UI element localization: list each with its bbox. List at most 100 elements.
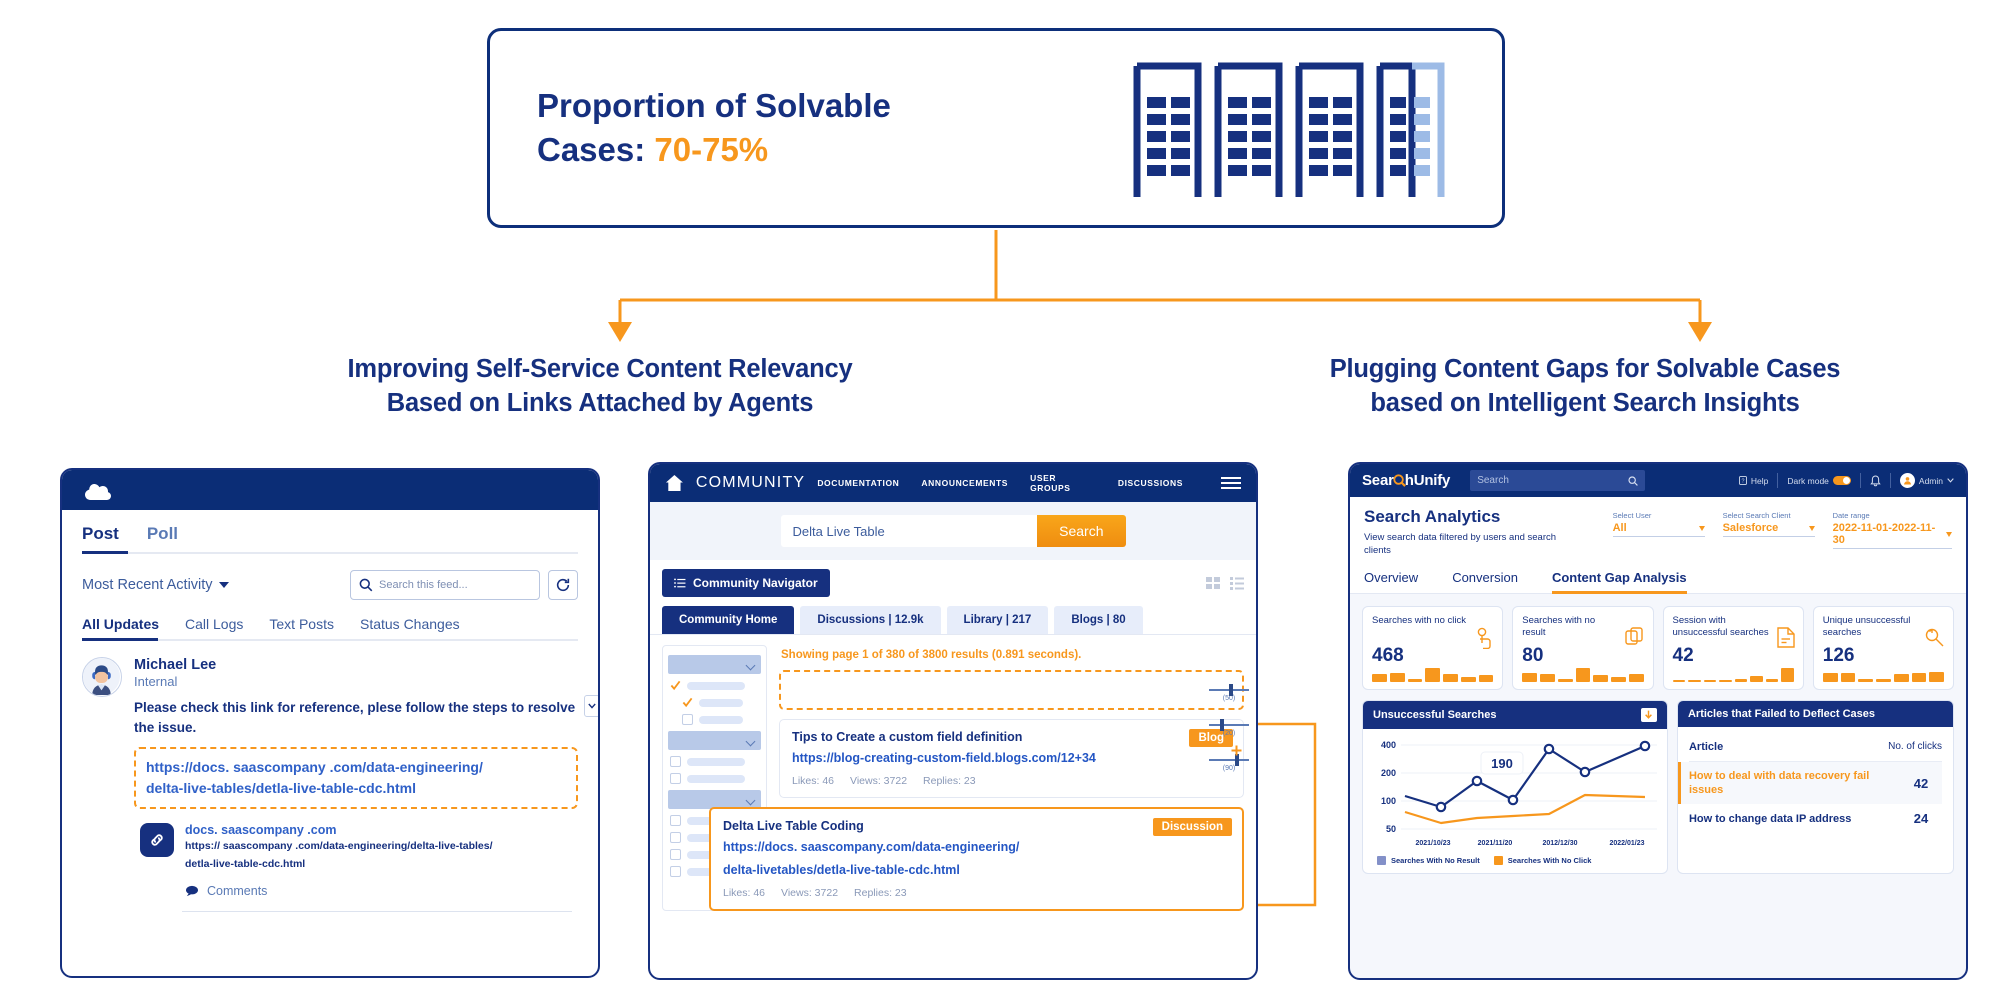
community-search-button[interactable]: Search [1037, 515, 1126, 547]
comments-action[interactable]: Comments [185, 884, 493, 898]
filter-value[interactable]: 2022-11-01-2022-11-30 [1832, 522, 1952, 549]
y-tick-400: 400 [1381, 740, 1396, 750]
result-url-line-1[interactable]: https://docs. saascompany.com/data-engin… [723, 838, 1230, 856]
subtab-all-updates[interactable]: All Updates [82, 616, 159, 632]
download-icon [1645, 710, 1653, 719]
subtab-call-logs[interactable]: Call Logs [185, 616, 243, 632]
facet-row[interactable] [682, 714, 761, 725]
facet-row[interactable] [670, 756, 761, 767]
legend-swatch [1493, 855, 1503, 865]
nav-user-groups[interactable]: USER GROUPS [1030, 473, 1096, 493]
tab-content-gap-analysis[interactable]: Content Gap Analysis [1551, 570, 1687, 594]
slider-track[interactable] [1209, 719, 1249, 731]
kpi-card-sessions-unsuccessful[interactable]: Session with unsuccessful searches 42 [1662, 605, 1804, 690]
table-row[interactable]: How to change data IP address 24 [1689, 804, 1942, 833]
kpi-card-searches-no-click[interactable]: Searches with no click 468 [1362, 605, 1504, 690]
help-icon: ? [1738, 476, 1747, 485]
slider-thumb[interactable] [1229, 684, 1233, 696]
post-poll-tabs: Post Poll [82, 524, 578, 554]
list-view-icon[interactable] [1230, 576, 1244, 590]
slider-1[interactable]: (50) [1208, 684, 1250, 702]
searchunify-search-input[interactable]: Search [1470, 470, 1646, 491]
slider-track[interactable] [1209, 745, 1249, 766]
slider-2[interactable]: (20) [1208, 719, 1250, 737]
kpi-card-searches-no-result[interactable]: Searches with no result 80 [1512, 605, 1654, 690]
hamburger-menu-icon[interactable] [1221, 477, 1241, 489]
facet-row[interactable] [682, 697, 761, 708]
subtab-text-posts[interactable]: Text Posts [269, 616, 334, 632]
view-toggle-group [1206, 576, 1244, 590]
help-button[interactable]: ? Help [1738, 476, 1768, 486]
scroll-down-button[interactable] [584, 695, 598, 717]
community-navigator-button[interactable]: Community Navigator [662, 569, 830, 597]
result-meta: Likes: 46 Views: 3722 Replies: 23 [792, 775, 1231, 787]
dark-mode-toggle[interactable]: Dark mode [1787, 476, 1851, 486]
download-button[interactable] [1640, 707, 1657, 722]
search-feed-input[interactable]: Search this feed... [350, 570, 540, 600]
column-header-article: Article [1688, 740, 1724, 753]
result-card-blog[interactable]: Blog Tips to Create a custom field defin… [779, 719, 1244, 799]
filter-value[interactable]: Salesforce [1722, 522, 1815, 537]
kpi-sparkline [1672, 668, 1794, 682]
filter-select-user[interactable]: Select User All [1612, 511, 1705, 558]
toggle-switch[interactable] [1832, 476, 1851, 485]
nav-documentation[interactable]: DOCUMENTATION [817, 478, 899, 488]
slider-track[interactable] [1209, 684, 1249, 696]
facet-row[interactable] [670, 680, 761, 691]
tab-conversion[interactable]: Conversion [1452, 570, 1518, 593]
post-link-line-1[interactable]: https://docs. saascompany .com/data-engi… [146, 757, 566, 778]
y-tick-200: 200 [1381, 768, 1396, 778]
failed-articles-panel: Articles that Failed to Deflect Cases Ar… [1676, 699, 1954, 874]
nav-discussions[interactable]: DISCUSSIONS [1118, 478, 1183, 488]
searchunify-search-placeholder: Search [1477, 475, 1509, 486]
post-link-line-2[interactable]: delta-live-tables/detla-live-table-cdc.h… [146, 778, 566, 799]
grid-view-icon[interactable] [1206, 576, 1220, 590]
salesforce-feed-panel: Post Poll Most Recent Activity Search th… [60, 468, 600, 978]
callout-text: Proportion of Solvable Cases: 70-75% [537, 84, 1007, 172]
community-search-input[interactable]: Delta Live Table Search [780, 515, 1126, 547]
tab-community-home[interactable]: Community Home [662, 606, 795, 634]
result-url-line-2[interactable]: delta-livetables/detla-live-table-cdc.ht… [723, 861, 1230, 879]
callout-line-2-prefix: Cases: [537, 131, 655, 168]
user-menu[interactable]: Admin [1899, 473, 1954, 488]
link-preview[interactable]: docs. saascompany .com https:// saascomp… [134, 823, 578, 898]
legend-label: Searches With No Click [1507, 855, 1592, 865]
filter-select-search-client[interactable]: Select Search Client Salesforce [1722, 511, 1815, 558]
slider-thumb[interactable] [1220, 719, 1224, 731]
refresh-button[interactable] [548, 570, 578, 600]
tab-poll[interactable]: Poll [147, 524, 178, 544]
slider-3[interactable]: (90) [1208, 745, 1250, 772]
checkbox[interactable] [670, 756, 681, 767]
facet-row[interactable] [670, 773, 761, 784]
tab-discussions[interactable]: Discussions | 12.9k [800, 606, 941, 634]
facet-group-header[interactable] [668, 731, 761, 750]
divider [1777, 473, 1779, 488]
tab-blogs[interactable]: Blogs | 80 [1054, 606, 1143, 634]
tab-library[interactable]: Library | 217 [946, 606, 1049, 634]
chevron-down-icon [1946, 531, 1952, 537]
checkbox[interactable] [670, 849, 681, 860]
checkbox[interactable] [670, 866, 681, 877]
table-row[interactable]: How to deal with data recovery fail issu… [1677, 761, 1942, 805]
filter-value[interactable]: All [1612, 522, 1705, 537]
bell-icon[interactable] [1870, 474, 1881, 487]
checkbox[interactable] [670, 832, 681, 843]
sort-dropdown[interactable]: Most Recent Activity [82, 577, 229, 593]
filter-date-range[interactable]: Date range 2022-11-01-2022-11-30 [1832, 511, 1952, 558]
facet-group-header[interactable] [668, 655, 761, 674]
legend-swatch [1377, 855, 1386, 865]
checkbox[interactable] [670, 815, 681, 826]
tab-post[interactable]: Post [82, 524, 119, 544]
tab-overview[interactable]: Overview [1364, 570, 1418, 593]
feed-subtabs: All Updates Call Logs Text Posts Status … [82, 616, 578, 641]
checkbox[interactable] [670, 773, 681, 784]
data-point [1435, 801, 1447, 812]
subtab-status-changes[interactable]: Status Changes [360, 616, 460, 632]
kpi-sparkline [1522, 667, 1644, 682]
slider-label: (50) [1222, 695, 1236, 702]
result-url[interactable]: https://blog-creating-custom-field.blogs… [792, 749, 1231, 767]
result-card-discussion[interactable]: Discussion Delta Live Table Coding https… [709, 807, 1244, 912]
checkbox[interactable] [682, 714, 693, 725]
kpi-card-unique-unsuccessful[interactable]: Unique unsuccessful searches 126 [1812, 605, 1954, 690]
nav-announcements[interactable]: ANNOUNCEMENTS [921, 478, 1008, 488]
